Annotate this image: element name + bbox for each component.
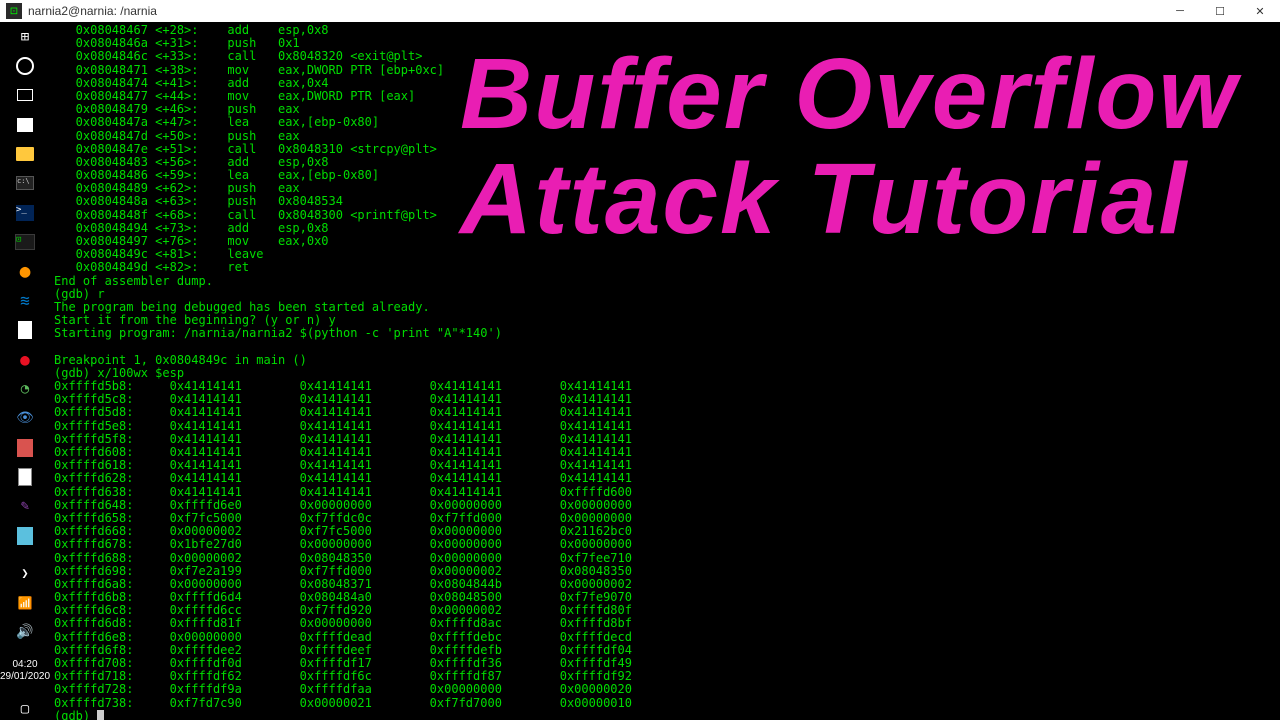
notifications-icon[interactable]: ▢	[13, 699, 37, 720]
windows-taskbar: ⊞ c:\ >_ ⊡ ● ≋ ● ◔ 👁 ✎ ❯ 📶 🔊 04:20 29/01…	[0, 22, 50, 720]
start-button[interactable]: ⊞	[13, 26, 37, 47]
asm-line: 0x0804849d <+82>: ret	[54, 261, 1276, 274]
memory-row: 0xffffd5e8: 0x41414141 0x41414141 0x4141…	[54, 420, 1276, 433]
asm-line: 0x08048474 <+41>: add eax,0x4	[54, 77, 1276, 90]
volume-icon[interactable]: 🔊	[13, 621, 37, 642]
gdb-line: Starting program: /narnia/narnia2 $(pyth…	[54, 327, 1276, 340]
close-button[interactable]: ✕	[1240, 0, 1280, 22]
memory-row: 0xffffd698: 0xf7e2a199 0xf7ffd000 0x0000…	[54, 565, 1276, 578]
memory-row: 0xffffd5d8: 0x41414141 0x41414141 0x4141…	[54, 406, 1276, 419]
network-icon[interactable]: 📶	[13, 592, 37, 613]
vscode-icon[interactable]: ≋	[13, 290, 37, 311]
powershell-icon[interactable]: >_	[13, 202, 37, 223]
maximize-button[interactable]: ☐	[1200, 0, 1240, 22]
editor-icon[interactable]: ✎	[13, 496, 37, 517]
notes-icon[interactable]	[13, 437, 37, 458]
gdb-line: Breakpoint 1, 0x0804849c in main ()	[54, 354, 1276, 367]
ccleaner-icon[interactable]: ◔	[13, 378, 37, 399]
asm-line: 0x0804847d <+50>: push eax	[54, 130, 1276, 143]
memory-row: 0xffffd6d8: 0xffffd81f 0x00000000 0xffff…	[54, 617, 1276, 630]
asm-line: 0x08048471 <+38>: mov eax,DWORD PTR [ebp…	[54, 64, 1276, 77]
memory-row: 0xffffd648: 0xffffd6e0 0x00000000 0x0000…	[54, 499, 1276, 512]
cursor	[97, 710, 104, 720]
explorer-icon[interactable]	[13, 143, 37, 164]
notepad-icon[interactable]	[13, 525, 37, 546]
minimize-button[interactable]: ─	[1160, 0, 1200, 22]
memory-row: 0xffffd638: 0x41414141 0x41414141 0x4141…	[54, 486, 1276, 499]
terminal-output[interactable]: 0x08048467 <+28>: add esp,0x8 0x0804846a…	[50, 22, 1280, 720]
expand-icon[interactable]: ❯	[13, 562, 37, 583]
asm-line: 0x0804847e <+51>: call 0x8048310 <strcpy…	[54, 143, 1276, 156]
clock-time: 04:20	[0, 659, 50, 671]
gdb-line: (gdb) r	[54, 288, 1276, 301]
document-icon[interactable]	[13, 320, 37, 341]
firefox-icon[interactable]: ●	[13, 261, 37, 282]
task-view-icon[interactable]	[13, 85, 37, 106]
eye-icon[interactable]: 👁	[13, 408, 37, 429]
clock[interactable]: 04:20 29/01/2020	[0, 659, 50, 683]
gdb-line	[54, 341, 1276, 354]
terminal-active-icon[interactable]: ⊡	[13, 232, 37, 253]
gdb-line: End of assembler dump.	[54, 275, 1276, 288]
asm-line: 0x0804846c <+33>: call 0x8048320 <exit@p…	[54, 50, 1276, 63]
record-icon[interactable]: ●	[13, 349, 37, 370]
memory-row: 0xffffd628: 0x41414141 0x41414141 0x4141…	[54, 472, 1276, 485]
clock-date: 29/01/2020	[0, 671, 50, 683]
search-icon[interactable]	[13, 55, 37, 76]
memory-row: 0xffffd728: 0xffffdf9a 0xffffdfaa 0x0000…	[54, 683, 1276, 696]
gdb-prompt: (gdb)	[54, 709, 97, 720]
memory-row: 0xffffd738: 0xf7fd7c90 0x00000021 0xf7fd…	[54, 697, 1276, 710]
memory-row: 0xffffd678: 0x1bfe27d0 0x00000000 0x0000…	[54, 538, 1276, 551]
store-icon[interactable]	[13, 114, 37, 135]
page-icon[interactable]	[13, 466, 37, 487]
asm-line: 0x0804847a <+47>: lea eax,[ebp-0x80]	[54, 116, 1276, 129]
window-title: narnia2@narnia: /narnia	[28, 4, 157, 18]
memory-row: 0xffffd6e8: 0x00000000 0xffffdead 0xffff…	[54, 631, 1276, 644]
asm-line: 0x0804848a <+63>: push 0x8048534	[54, 195, 1276, 208]
memory-row: 0xffffd688: 0x00000002 0x08048350 0x0000…	[54, 552, 1276, 565]
cmd-icon[interactable]: c:\	[13, 173, 37, 194]
asm-line: 0x0804848f <+68>: call 0x8048300 <printf…	[54, 209, 1276, 222]
app-icon: ⊡	[6, 3, 22, 19]
window-titlebar: ⊡ narnia2@narnia: /narnia ─ ☐ ✕	[0, 0, 1280, 22]
